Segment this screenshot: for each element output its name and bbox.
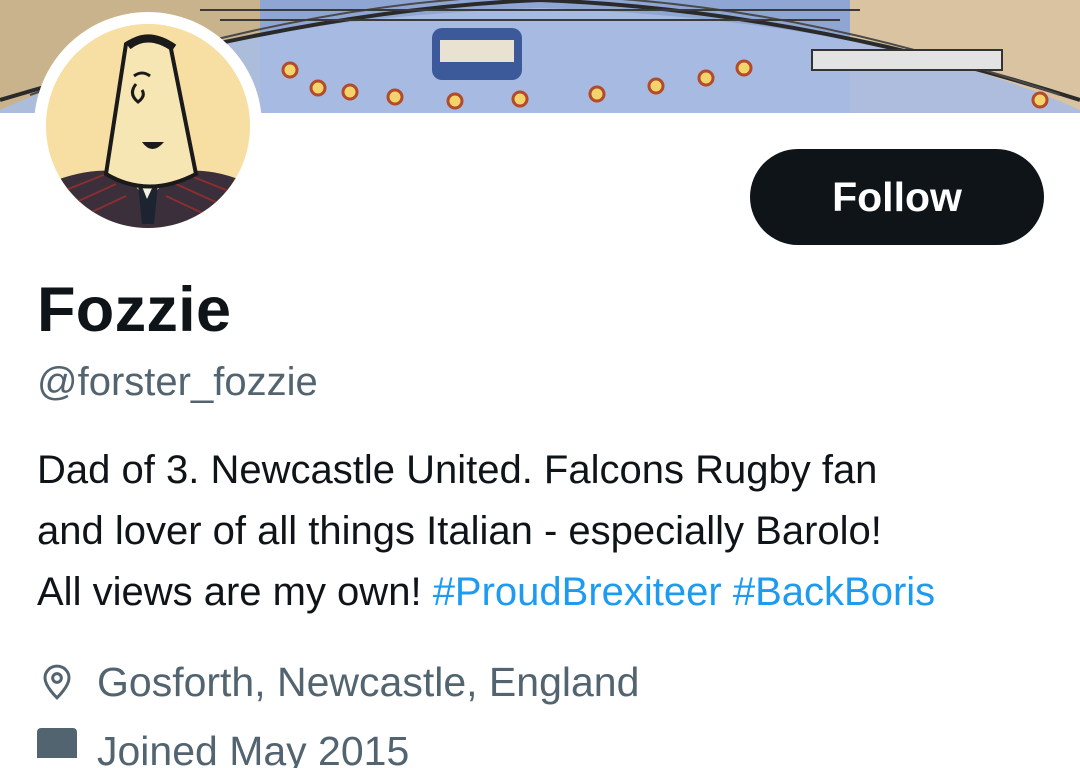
joined-text: Joined May 2015	[97, 728, 410, 768]
avatar[interactable]	[46, 24, 250, 228]
hashtag-link[interactable]: #BackBoris	[733, 570, 935, 614]
avatar-illustration	[46, 24, 250, 228]
username-handle: @forster_fozzie	[37, 360, 318, 404]
hashtag-link[interactable]: #ProudBrexiteer	[433, 570, 722, 614]
profile-location: Gosforth, Newcastle, England	[37, 652, 639, 712]
profile-joined-date: Joined May 2015	[37, 728, 409, 768]
bio-line-3: All views are my own! #ProudBrexiteer #B…	[37, 562, 1067, 623]
calendar-icon	[37, 728, 77, 758]
location-text: Gosforth, Newcastle, England	[97, 658, 640, 705]
bio-line-1: Dad of 3. Newcastle United. Falcons Rugb…	[37, 448, 878, 492]
follow-button-label: Follow	[832, 173, 962, 220]
bio-line-2: and lover of all things Italian - especi…	[37, 509, 882, 553]
avatar-frame[interactable]	[34, 12, 262, 240]
display-name: Fozzie	[37, 275, 232, 345]
profile-bio: Dad of 3. Newcastle United. Falcons Rugb…	[37, 440, 1067, 623]
bio-line-3-text: All views are my own!	[37, 570, 422, 614]
follow-button[interactable]: Follow	[750, 149, 1044, 245]
map-pin-icon	[37, 662, 77, 702]
